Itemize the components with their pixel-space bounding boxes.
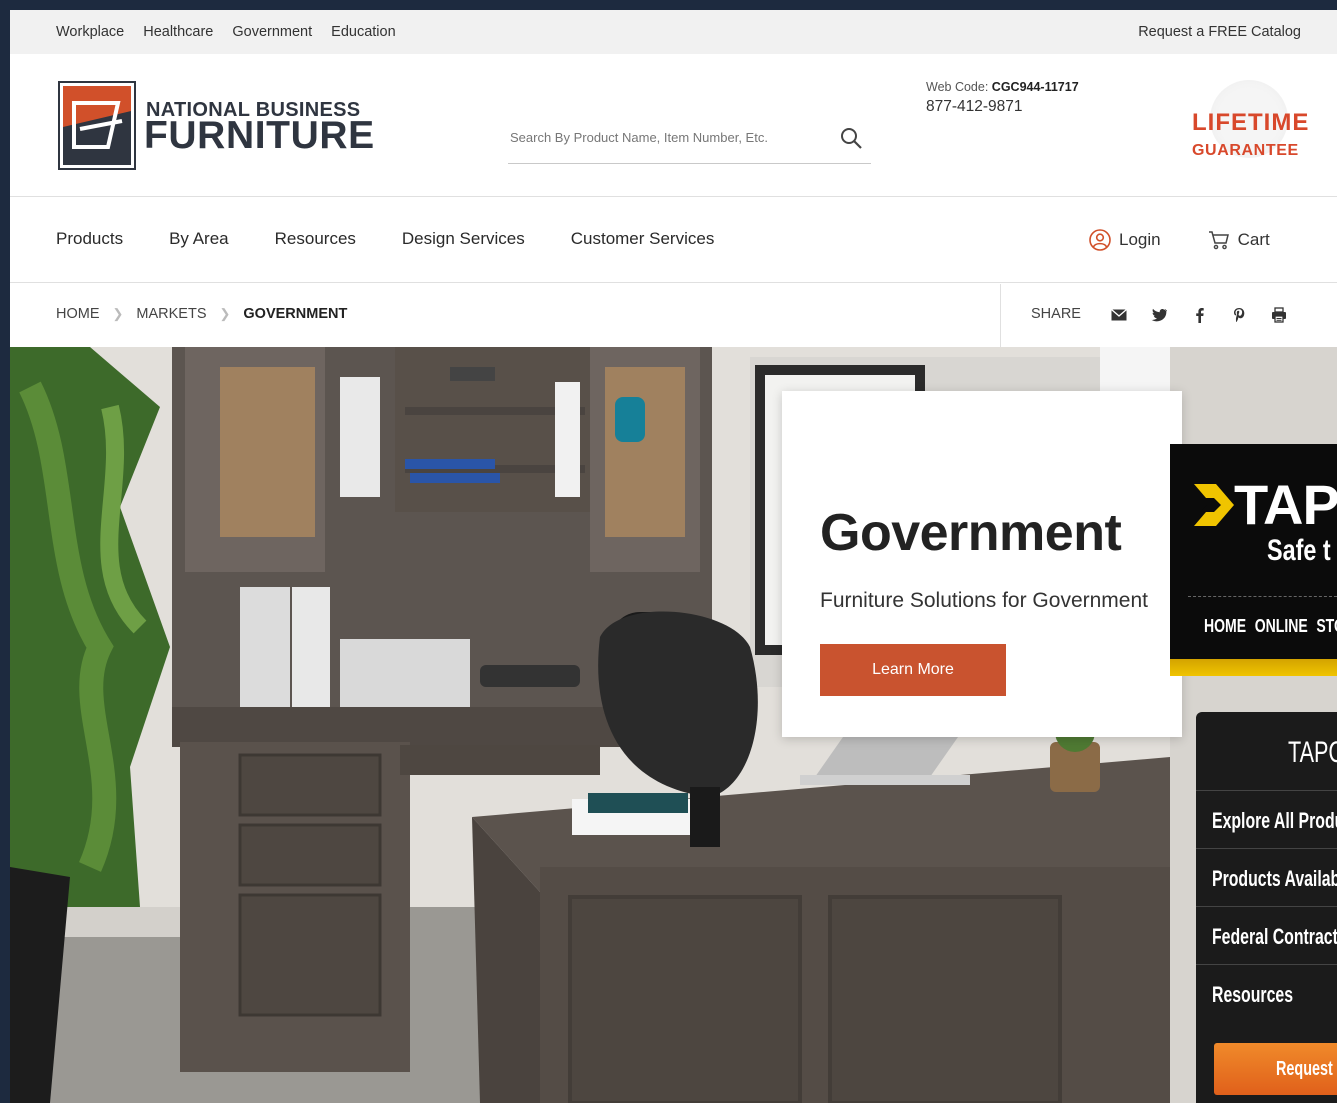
login-link[interactable]: Login — [1088, 228, 1161, 252]
tapco-menu-item-label: Explore All Product — [1212, 808, 1337, 833]
main-nav: Products By Area Resources Design Servic… — [10, 198, 1337, 283]
search-input[interactable] — [510, 130, 820, 145]
share-icons — [1109, 305, 1289, 325]
chevron-right-icon: ❯ — [219, 306, 231, 321]
tapco-request-label: Request M — [1276, 1058, 1337, 1080]
email-icon[interactable] — [1109, 305, 1129, 325]
nav-item-customer-services[interactable]: Customer Services — [571, 229, 715, 249]
market-link-education[interactable]: Education — [331, 24, 396, 40]
tapco-menu-item-federal[interactable]: Federal Contracts — [1196, 906, 1337, 964]
hero-subtitle: Furniture Solutions for Government — [820, 589, 1148, 612]
tapco-nav[interactable]: HOME ONLINE STO — [1204, 616, 1337, 637]
logo-text-bottom[interactable]: FURNITURE — [144, 114, 375, 158]
search-icon[interactable] — [839, 126, 863, 150]
phone-number[interactable]: 877-412-9871 — [926, 98, 1079, 116]
hero-promo-card: Government Furniture Solutions for Gover… — [782, 391, 1182, 737]
nav-item-design-services[interactable]: Design Services — [402, 229, 525, 249]
request-catalog-link[interactable]: Request a FREE Catalog — [1138, 24, 1301, 40]
lifetime-guarantee-badge[interactable]: LIFETIME GUARANTEE — [1182, 80, 1312, 190]
hero-title: Government — [820, 504, 1122, 562]
breadcrumb-bar: HOME ❯ MARKETS ❯ GOVERNMENT SHARE — [10, 284, 1337, 347]
market-link-healthcare[interactable]: Healthcare — [143, 24, 213, 40]
twitter-icon[interactable] — [1149, 305, 1169, 325]
chevron-right-icon: ❯ — [112, 306, 124, 321]
web-code-label: Web Code: — [926, 80, 989, 94]
tapco-tagline: Safe t — [1267, 534, 1331, 567]
tapco-menu-panel: TAPC Explore All Product Products Availa… — [1196, 712, 1337, 1103]
nav-item-resources[interactable]: Resources — [275, 229, 356, 249]
tapco-menu-title: TAPC — [1288, 736, 1337, 769]
tapco-menu-item-resources[interactable]: Resources — [1196, 964, 1337, 1022]
tapco-divider — [1188, 596, 1337, 597]
search-box — [508, 108, 871, 164]
site-header: NATIONAL BUSINESS FURNITURE Web Code: CG… — [10, 54, 1337, 197]
guarantee-line2: GUARANTEE — [1192, 142, 1299, 159]
user-icon — [1089, 229, 1111, 251]
logo-icon[interactable] — [58, 81, 136, 170]
page-frame: Workplace Healthcare Government Educatio… — [10, 10, 1337, 1103]
share-bar: SHARE — [1000, 284, 1337, 347]
breadcrumb: HOME ❯ MARKETS ❯ GOVERNMENT — [56, 306, 347, 322]
facebook-icon[interactable] — [1189, 305, 1209, 325]
tapco-menu-item-label: Federal Contracts — [1212, 924, 1337, 949]
market-links: Workplace Healthcare Government Educatio… — [56, 24, 396, 40]
tapco-request-button[interactable]: Request M — [1214, 1043, 1337, 1095]
main-nav-items: Products By Area Resources Design Servic… — [56, 229, 760, 249]
tapco-menu-item-label: Products Available — [1212, 866, 1337, 891]
tapco-menu-item-available[interactable]: Products Available — [1196, 848, 1337, 906]
market-link-government[interactable]: Government — [232, 24, 312, 40]
share-label: SHARE — [1031, 306, 1081, 322]
breadcrumb-markets[interactable]: MARKETS — [136, 306, 206, 322]
tapco-yellow-stripe — [1170, 659, 1337, 676]
tapco-arrows-icon — [1194, 484, 1234, 526]
tapco-brand: TAP — [1234, 473, 1337, 536]
nav-item-products[interactable]: Products — [56, 229, 123, 249]
breadcrumb-home[interactable]: HOME — [56, 306, 100, 322]
market-link-workplace[interactable]: Workplace — [56, 24, 124, 40]
login-label: Login — [1119, 230, 1161, 249]
cart-icon — [1208, 231, 1229, 250]
cart-label: Cart — [1237, 230, 1270, 249]
utility-bar: Workplace Healthcare Government Educatio… — [10, 10, 1337, 54]
account-links: Login Cart — [1088, 228, 1270, 252]
tapco-menu-item-explore[interactable]: Explore All Product — [1196, 790, 1337, 848]
guarantee-line1: LIFETIME — [1192, 109, 1310, 136]
learn-more-button[interactable]: Learn More — [820, 644, 1006, 696]
cart-link[interactable]: Cart — [1207, 228, 1270, 252]
print-icon[interactable] — [1269, 305, 1289, 325]
contact-info: Web Code: CGC944-11717 877-412-9871 — [926, 80, 1079, 116]
pinterest-icon[interactable] — [1229, 305, 1249, 325]
tapco-menu-item-label: Resources — [1212, 982, 1294, 1007]
web-code-value: CGC944-11717 — [991, 80, 1079, 94]
hero-banner: Government Furniture Solutions for Gover… — [10, 347, 1337, 1103]
breadcrumb-current: GOVERNMENT — [243, 306, 348, 322]
nav-item-by-area[interactable]: By Area — [169, 229, 229, 249]
web-code: Web Code: CGC944-11717 — [926, 80, 1079, 94]
tapco-header-panel[interactable]: TAP Safe t HOME ONLINE STO — [1170, 444, 1337, 676]
